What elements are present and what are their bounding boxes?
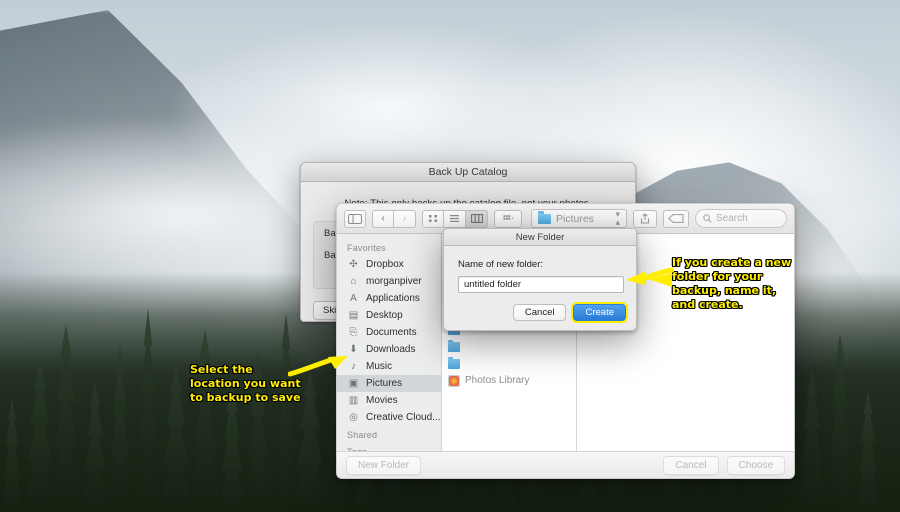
path-value: Pictures (556, 212, 594, 225)
icon-view-icon[interactable] (422, 209, 444, 228)
arrange-by-icon[interactable] (494, 209, 522, 228)
file-list-item[interactable]: Photos Library (442, 372, 576, 389)
sidebar-item-label: Downloads (366, 344, 416, 355)
sidebar-item-label: Documents (366, 327, 417, 338)
file-list-item-label: Photos Library (465, 375, 530, 386)
desktop-screen: Back Up Catalog Note: This only backs up… (0, 0, 900, 512)
sidebar-item-applications[interactable]: A Applications (337, 290, 441, 307)
new-folder-name-input[interactable]: untitled folder (458, 276, 624, 293)
new-folder-create-button[interactable]: Create (573, 304, 626, 321)
back-up-catalog-title: Back Up Catalog (428, 166, 508, 178)
sidebar-toggle-icon[interactable] (344, 209, 366, 228)
sidebar-item-documents[interactable]: ⎘ Documents (337, 324, 441, 341)
new-folder-button[interactable]: New Folder (346, 455, 422, 475)
folder-icon (538, 211, 551, 224)
sidebar-item-label: Applications (366, 293, 420, 304)
sidebar-item-pictures[interactable]: ▣ Pictures (337, 375, 441, 392)
new-folder-field-label: Name of new folder: (458, 259, 544, 270)
sidebar-item-music[interactable]: ♪ Music (337, 358, 441, 375)
arrow-left-icon-field (648, 273, 672, 287)
sidebar-item-label: morganpiver (366, 276, 422, 287)
movies-icon: ▥ (348, 395, 359, 406)
sidebar-item-label: Creative Cloud... (366, 412, 441, 423)
search-field[interactable]: Search (695, 209, 787, 228)
choose-button[interactable]: Choose (726, 455, 785, 475)
new-folder-titlebar: New Folder (444, 229, 636, 246)
sidebar-item-movies[interactable]: ▥ Movies (337, 392, 441, 409)
annotation-right-text: If you create a new folder for your back… (672, 256, 792, 311)
finder-sidebar[interactable]: Favorites ✣ Dropbox ⌂ morganpiver A Applicatio… (337, 234, 442, 451)
sidebar-item-desktop[interactable]: ▤ Desktop (337, 307, 441, 324)
back-icon[interactable]: ‹ (372, 209, 394, 228)
arrow-right-icon (288, 356, 348, 377)
sidebar-item-label: Pictures (366, 378, 403, 389)
finder-bottom-bar: New Folder Cancel Choose (337, 451, 794, 478)
new-folder-buttons: Cancel Create (512, 304, 626, 321)
column-view-icon[interactable] (466, 209, 488, 228)
sidebar-item-morganpiver[interactable]: ⌂ morganpiver (337, 273, 441, 290)
sidebar-item-downloads[interactable]: ⬇ Downloads (337, 341, 441, 358)
creative-cloud-icon: ◎ (349, 412, 358, 423)
sidebar-section-heading: Shared (347, 430, 378, 440)
stepper-icon[interactable]: ▾ ▴ (615, 210, 620, 226)
blue-folder-icon (448, 356, 460, 369)
documents-icon: ⎘ (349, 327, 358, 338)
sidebar-section-heading: Tags (337, 443, 441, 451)
desktop-icon: ▤ (348, 310, 359, 321)
dropbox-icon: ✣ (349, 259, 358, 270)
search-icon (703, 214, 712, 223)
sidebar-section-heading: Favorites (347, 243, 386, 253)
file-list-item[interactable] (442, 355, 576, 372)
search-input[interactable]: Search (716, 213, 748, 224)
sidebar-item-label: Movies (366, 395, 398, 406)
annotation-left-text: Select the location you want to backup t… (190, 363, 301, 404)
forward-icon[interactable]: › (394, 209, 416, 228)
photos-library-icon (448, 374, 460, 387)
view-mode-group (422, 209, 488, 228)
sidebar-item-label: Dropbox (366, 259, 404, 270)
new-folder-cancel-button[interactable]: Cancel (512, 304, 567, 321)
back-up-catalog-titlebar: Back Up Catalog (301, 163, 635, 182)
list-view-icon[interactable] (444, 209, 466, 228)
pictures-icon: ▣ (348, 378, 359, 389)
cancel-button[interactable]: Cancel (663, 455, 719, 475)
sidebar-item-creative-cloud[interactable]: ◎ Creative Cloud... (337, 409, 441, 426)
nav-buttons-group: ‹ › (372, 209, 416, 228)
new-folder-title: New Folder (515, 231, 565, 243)
blue-folder-icon (448, 339, 460, 352)
new-folder-dialog: New Folder Name of new folder: untitled … (443, 228, 637, 331)
applications-icon: A (350, 293, 357, 304)
file-list-item[interactable] (442, 338, 576, 355)
share-icon[interactable] (633, 209, 657, 228)
sidebar-item-label: Desktop (366, 310, 403, 321)
sidebar-item-label: Music (366, 361, 393, 372)
new-folder-name-value: untitled folder (464, 279, 522, 290)
tag-icon[interactable] (663, 209, 689, 228)
home-icon: ⌂ (350, 276, 357, 287)
path-location-field[interactable]: Pictures ▾ ▴ (531, 209, 627, 228)
sidebar-item-dropbox[interactable]: ✣ Dropbox (337, 256, 441, 273)
